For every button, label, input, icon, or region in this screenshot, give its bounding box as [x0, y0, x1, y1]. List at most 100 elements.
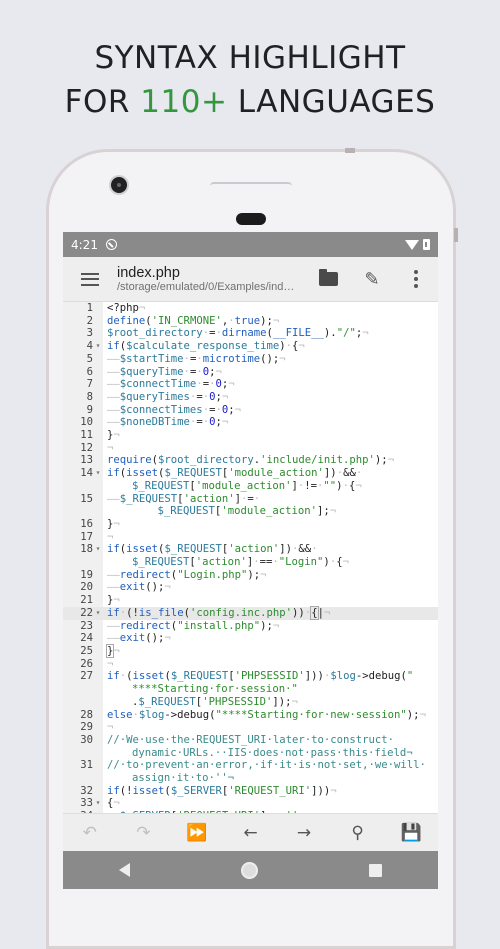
code-text[interactable]: ——redirect("Login.php");¬	[103, 569, 437, 582]
nav-back-button[interactable]	[118, 863, 130, 877]
fold-toggle-icon[interactable]: ▾	[93, 340, 103, 353]
code-text[interactable]: ——exit();¬	[103, 632, 437, 645]
fold-toggle-icon[interactable]: ▾	[93, 607, 103, 620]
nav-recents-button[interactable]	[369, 863, 383, 877]
fold-toggle-icon[interactable]: ▾	[93, 543, 103, 568]
code-text[interactable]: ¬	[103, 531, 437, 544]
search-button[interactable]: ⚲	[338, 823, 378, 843]
file-name: index.php	[117, 265, 180, 281]
nav-home-button[interactable]	[240, 861, 258, 879]
code-text[interactable]: if($calculate_response_time)·{¬	[103, 340, 437, 353]
code-line[interactable]: 2 define('IN_CRMONE',·true);¬	[63, 315, 438, 328]
more-options-button[interactable]	[394, 270, 438, 288]
code-line[interactable]: 20 ——exit();¬	[63, 581, 438, 594]
code-text[interactable]: ¬	[103, 721, 437, 734]
code-editor[interactable]: 1 <?php¬ 2 define('IN_CRMONE',·true);¬ 3 $roo…	[63, 302, 438, 815]
line-number: 25	[80, 644, 93, 657]
code-text[interactable]: else·$log->debug("****Starting·for·new·s…	[103, 709, 437, 722]
code-text[interactable]: ——$noneDBTime·=·0;¬	[103, 416, 437, 429]
code-line[interactable]: 24 ——exit();¬	[63, 632, 438, 645]
menu-button[interactable]	[63, 272, 117, 286]
code-text[interactable]: <?php¬	[103, 302, 437, 315]
code-text[interactable]: {¬	[103, 797, 437, 810]
code-line[interactable]: 18 ▾ if(isset($_REQUEST['action'])·&&· $_RE…	[63, 543, 438, 568]
code-text[interactable]: if(isset($_REQUEST['action'])·&&· $_REQUE…	[103, 543, 437, 568]
line-number: 3	[86, 327, 93, 340]
code-text[interactable]: $root_directory·=·dirname(__FILE__)."/";…	[103, 327, 437, 340]
code-line[interactable]: 5 ——$startTime·=·microtime();¬	[63, 353, 438, 366]
code-text[interactable]: ——$connectTimes·=·0;¬	[103, 404, 437, 417]
fast-forward-button[interactable]: ⏩	[177, 823, 217, 843]
code-line[interactable]: 12 ¬	[63, 442, 438, 455]
code-text[interactable]: }¬	[103, 518, 437, 531]
code-text[interactable]: }¬	[103, 594, 437, 607]
code-text[interactable]: require($root_directory.'include/init.ph…	[103, 454, 437, 467]
code-line[interactable]: 33 ▾ {¬	[63, 797, 438, 810]
code-line[interactable]: 13 require($root_directory.'include/init.…	[63, 454, 438, 467]
code-text[interactable]: ——$_REQUEST['action']·=· $_REQUEST['modu…	[103, 493, 437, 518]
open-folder-button[interactable]	[306, 269, 350, 286]
code-line[interactable]: 19 ——redirect("Login.php");¬	[63, 569, 438, 582]
code-line[interactable]: 32 if(!isset($_SERVER['REQUEST_URI']))¬	[63, 785, 438, 798]
code-line[interactable]: 4 ▾ if($calculate_response_time)·{¬	[63, 340, 438, 353]
code-line[interactable]: 3 $root_directory·=·dirname(__FILE__)."/"…	[63, 327, 438, 340]
edit-button[interactable]: ✎	[350, 269, 394, 290]
code-text[interactable]: if(isset($_REQUEST['module_action'])·&&·…	[103, 467, 437, 492]
save-button[interactable]: 💾	[391, 823, 431, 843]
code-text[interactable]: ——$queryTimes·=·0;¬	[103, 391, 437, 404]
code-line[interactable]: 7 ——$connectTime·=·0;¬	[63, 378, 438, 391]
code-text[interactable]: ¬	[103, 658, 437, 671]
redo-button[interactable]: ↷	[123, 823, 163, 843]
code-text[interactable]: if(!isset($_SERVER['REQUEST_URI']))¬	[103, 785, 437, 798]
code-text[interactable]: //·to·prevent·an·error,·if·it·is·not·set…	[103, 759, 437, 784]
code-line[interactable]: 27 if·(isset($_REQUEST['PHPSESSID']))·$lo…	[63, 670, 438, 708]
code-text[interactable]: ¬	[103, 442, 437, 455]
line-number: 16	[80, 517, 93, 530]
code-line[interactable]: 8 ——$queryTimes·=·0;¬	[63, 391, 438, 404]
code-line[interactable]: 11}¬	[63, 429, 438, 442]
system-nav-bar	[63, 851, 438, 889]
code-line[interactable]: 30 //·We·use·the·REQUEST_URI·later·to·con…	[63, 734, 438, 759]
app-bar: index.php /storage/emulated/0/Examples/i…	[63, 257, 438, 302]
fold-toggle-icon[interactable]: ▾	[93, 797, 103, 810]
code-line[interactable]: 23 ——redirect("install.php");¬	[63, 620, 438, 633]
code-line[interactable]: 15 ——$_REQUEST['action']·=· $_REQUEST['mo…	[63, 493, 438, 518]
code-text[interactable]: //·We·use·the·REQUEST_URI·later·to·const…	[103, 734, 437, 759]
code-line[interactable]: 9 ——$connectTimes·=·0;¬	[63, 404, 438, 417]
code-line[interactable]: 25 }¬	[63, 643, 438, 658]
code-line[interactable]: 29 ¬	[63, 721, 438, 734]
line-number: 29	[80, 721, 93, 734]
code-line[interactable]: 26 ¬	[63, 658, 438, 671]
code-text[interactable]: if·(!is_file('config.inc.php'))·{|¬	[103, 605, 437, 620]
code-text[interactable]: ——redirect("install.php");¬	[103, 620, 437, 633]
code-text[interactable]: define('IN_CRMONE',·true);¬	[103, 315, 437, 328]
code-line[interactable]: 14 ▾ if(isset($_REQUEST['module_action'])·…	[63, 467, 438, 492]
code-line[interactable]: 22 ▾ if·(!is_file('config.inc.php'))·{|¬	[63, 605, 438, 620]
arrow-right-button[interactable]: →	[284, 823, 324, 843]
code-line[interactable]: 1 <?php¬	[63, 302, 438, 315]
code-line[interactable]: 31 //·to·prevent·an·error,·if·it·is·not·s…	[63, 759, 438, 784]
undo-button[interactable]: ↶	[70, 823, 110, 843]
battery-charging-icon	[423, 239, 430, 250]
code-line[interactable]: 21}¬	[63, 594, 438, 607]
code-line[interactable]: 28 else·$log->debug("****Starting·for·new…	[63, 709, 438, 722]
arrow-left-button[interactable]: ←	[230, 823, 270, 843]
fold-toggle-icon[interactable]: ▾	[93, 467, 103, 492]
code-line[interactable]: 16 }¬	[63, 518, 438, 531]
code-line[interactable]: 17 ¬	[63, 531, 438, 544]
code-line[interactable]: 10 ——$noneDBTime·=·0;¬	[63, 416, 438, 429]
code-text[interactable]: }¬	[103, 643, 437, 658]
headline-line2-post: LANGUAGES	[227, 84, 436, 120]
code-text[interactable]: ——$startTime·=·microtime();¬	[103, 353, 437, 366]
code-text[interactable]: ——exit();¬	[103, 581, 437, 594]
headline-line1: SYNTAX HIGHLIGHT	[94, 40, 406, 76]
code-text[interactable]: if·(isset($_REQUEST['PHPSESSID']))·$log-…	[103, 670, 437, 708]
code-text[interactable]: ——$queryTime·=·0;¬	[103, 366, 437, 379]
code-text[interactable]: }¬	[103, 429, 437, 442]
code-text[interactable]: ——$connectTime·=·0;¬	[103, 378, 437, 391]
code-line[interactable]: 6 ——$queryTime·=·0;¬	[63, 366, 438, 379]
